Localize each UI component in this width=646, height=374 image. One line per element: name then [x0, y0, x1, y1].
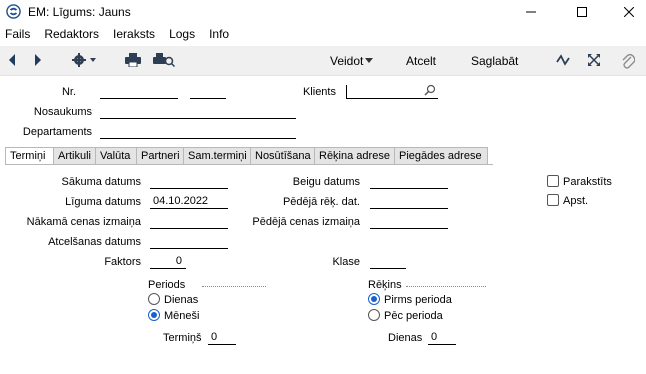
toolbar: Veidot Atcelt Saglabāt — [0, 46, 646, 76]
nr-field[interactable] — [100, 85, 178, 99]
approved-label: Apst. — [563, 195, 589, 207]
menu-fails[interactable]: Fails — [5, 27, 30, 45]
next-price-change-label: Nākamā cenas izmaiņa — [26, 216, 141, 228]
period-days-label: Dienas — [164, 294, 199, 306]
periods-group-line — [202, 286, 266, 287]
menu-redaktors[interactable]: Redaktors — [44, 27, 99, 45]
last-price-change-label: Pēdējā cenas izmaiņa — [252, 216, 360, 228]
factor-field[interactable]: 0 — [150, 255, 186, 269]
next-price-change-field[interactable] — [150, 215, 228, 229]
period-months-label: Mēneši — [164, 310, 200, 322]
start-date-label: Sākuma datums — [61, 176, 141, 188]
end-date-field[interactable] — [370, 175, 448, 189]
contract-date-field[interactable]: 04.10.2022 — [150, 195, 228, 209]
signed-label: Parakstīts — [563, 176, 612, 188]
maximize-icon — [577, 7, 587, 17]
menu-info[interactable]: Info — [209, 27, 229, 45]
days-label: Dienas — [388, 332, 423, 344]
app-icon — [6, 4, 21, 19]
period-months-radio[interactable] — [148, 309, 160, 321]
end-date-label: Beigu datums — [292, 176, 360, 188]
invoice-before-radio[interactable] — [368, 293, 380, 305]
window-title: EM: Līgums: Jauns — [28, 5, 131, 19]
invoice-group-label: Rēķins — [368, 279, 402, 291]
nr-series-field[interactable] — [190, 85, 226, 99]
attachment-icon[interactable] — [621, 53, 635, 69]
next-arrow-icon[interactable] — [33, 53, 43, 67]
chevron-down-icon[interactable] — [365, 58, 373, 63]
last-invoice-date-field[interactable] — [370, 195, 448, 209]
save-button[interactable]: Saglabāt — [471, 54, 518, 68]
class-field[interactable] — [370, 255, 406, 269]
nr-label: Nr. — [61, 86, 76, 98]
minimize-icon — [526, 11, 536, 13]
minimize-button[interactable] — [508, 0, 554, 24]
expand-icon[interactable] — [587, 53, 601, 67]
nosaukums-label: Nosaukums — [33, 106, 92, 118]
invoice-before-label: Pirms perioda — [384, 294, 452, 306]
close-button[interactable] — [606, 0, 646, 24]
title-bar: EM: Līgums: Jauns — [0, 0, 646, 24]
departaments-label: Departaments — [22, 126, 92, 138]
term-label: Termiņš — [163, 332, 202, 344]
cancel-date-field[interactable] — [150, 235, 228, 249]
class-label: Klase — [332, 256, 360, 268]
tab-rekina-adrese[interactable]: Rēķina adrese — [315, 147, 395, 165]
factor-label: Faktors — [104, 256, 141, 268]
klients-label: Klients — [302, 86, 336, 98]
contract-date-label: Līguma datums — [65, 196, 141, 208]
cancel-button[interactable]: Atcelt — [406, 54, 436, 68]
activity-icon[interactable] — [556, 53, 570, 67]
signed-checkbox[interactable] — [547, 175, 559, 187]
tab-partneri[interactable]: Partneri — [137, 147, 184, 165]
approved-checkbox[interactable] — [547, 194, 559, 206]
print-preview-icon[interactable] — [153, 53, 175, 67]
last-price-change-field[interactable] — [370, 215, 448, 229]
maximize-button[interactable] — [559, 0, 605, 24]
tab-valuta[interactable]: Valūta — [96, 147, 137, 165]
tab-artikuli[interactable]: Artikuli — [54, 147, 96, 165]
invoice-group-line — [406, 286, 486, 287]
term-field[interactable]: 0 — [208, 331, 236, 345]
tab-bar: Termiņi Artikuli Valūta Partneri Sam.ter… — [5, 147, 488, 165]
tab-piegades-adrese[interactable]: Piegādes adrese — [395, 147, 488, 165]
cancel-date-label: Atcelšanas datums — [48, 236, 141, 248]
close-icon — [624, 7, 634, 17]
gear-icon[interactable] — [72, 53, 100, 67]
tab-sam-termini[interactable]: Sam.termiņi — [184, 147, 251, 165]
start-date-field[interactable] — [150, 175, 228, 189]
menu-ieraksts[interactable]: Ieraksts — [113, 27, 155, 45]
days-field[interactable]: 0 — [428, 331, 456, 345]
periods-group-label: Periods — [148, 279, 186, 291]
menu-bar: Fails Redaktors Ieraksts Logs Info — [0, 27, 229, 45]
tab-nosutisana[interactable]: Nosūtīšana — [251, 147, 315, 165]
invoice-after-label: Pēc perioda — [384, 310, 443, 322]
search-icon[interactable] — [424, 84, 436, 96]
previous-arrow-icon[interactable] — [7, 53, 17, 67]
nosaukums-field[interactable] — [100, 105, 296, 119]
last-invoice-date-label: Pēdējā rēķ. dat. — [282, 196, 360, 208]
departaments-field[interactable] — [100, 125, 296, 139]
tab-termini[interactable]: Termiņi — [5, 147, 54, 165]
menu-logs[interactable]: Logs — [169, 27, 195, 45]
tab-divider — [5, 164, 493, 165]
create-button[interactable]: Veidot — [330, 54, 363, 68]
print-icon[interactable] — [125, 53, 141, 67]
period-days-radio[interactable] — [148, 293, 160, 305]
invoice-after-radio[interactable] — [368, 309, 380, 321]
